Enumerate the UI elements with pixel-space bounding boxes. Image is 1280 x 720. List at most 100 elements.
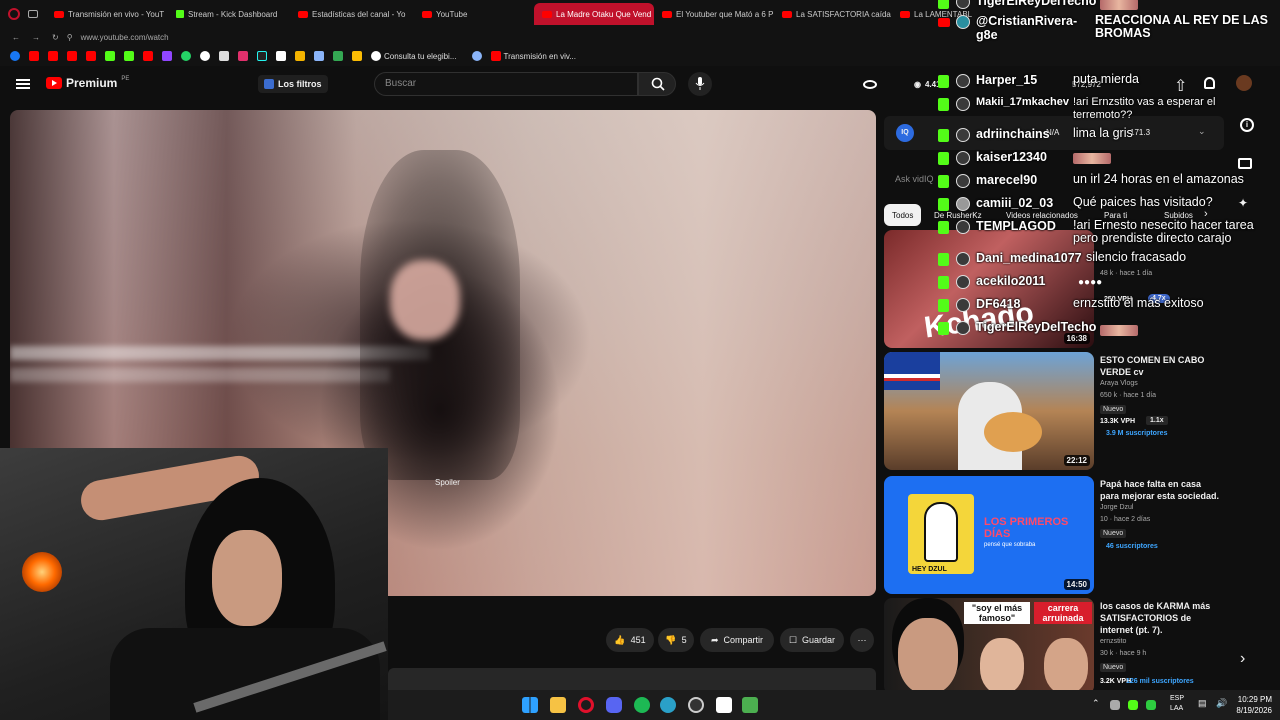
youtube-icon[interactable] — [86, 51, 96, 61]
bookmark-label[interactable]: Consulta tu elegibi... — [384, 52, 457, 61]
twitch-icon[interactable] — [162, 51, 172, 61]
whatsapp-icon[interactable] — [181, 51, 191, 61]
youtube-icon — [900, 10, 910, 18]
youtube-icon[interactable] — [29, 51, 39, 61]
tray-chevron-icon[interactable]: ⌃ — [1092, 698, 1100, 709]
kick-icon — [938, 75, 949, 88]
obs-icon[interactable] — [688, 697, 704, 713]
chat-message: Harper_15 puta mierda — [934, 71, 1280, 93]
image-icon[interactable] — [219, 51, 229, 61]
video-thumbnail[interactable]: LOS PRIMEROS DÍAS pensé que sobraba HEY … — [884, 476, 1094, 594]
windows-start-icon[interactable] — [522, 697, 538, 713]
kick-icon[interactable] — [124, 51, 134, 61]
ask-vidiq-input[interactable]: Ask vidIQ — [895, 174, 934, 184]
edge-icon[interactable] — [660, 697, 676, 713]
forward-icon[interactable]: → — [32, 33, 40, 42]
opera-icon[interactable] — [578, 697, 594, 713]
filters-button[interactable]: Los filtros — [258, 75, 328, 93]
search-input[interactable]: Buscar — [374, 72, 638, 96]
chat-username: TigerElReyDelTecho — [976, 320, 1097, 334]
facebook-icon[interactable] — [10, 51, 20, 61]
video-thumbnail[interactable]: 22:12 — [884, 352, 1094, 470]
extension-icon[interactable] — [295, 51, 305, 61]
app-icon[interactable] — [742, 697, 758, 713]
kick-icon — [176, 10, 184, 18]
channel-name[interactable]: Jorge Dzul — [1100, 504, 1133, 511]
clock[interactable]: 10:29 PM 8/19/2026 — [1236, 694, 1272, 716]
youtube-icon[interactable] — [48, 51, 58, 61]
search-button[interactable] — [638, 72, 676, 96]
url-field[interactable]: www.youtube.com/watch — [81, 33, 169, 42]
browser-tab[interactable]: Transmisión en vivo - YouT — [46, 3, 168, 25]
youtube-icon — [782, 10, 792, 18]
threads-icon[interactable] — [200, 51, 210, 61]
language-indicator[interactable]: ESP LAA — [1170, 694, 1184, 714]
tab-list-icon[interactable] — [28, 10, 38, 18]
tray-app-icon[interactable] — [1110, 700, 1120, 710]
file-explorer-icon[interactable] — [550, 697, 566, 713]
video-title[interactable]: Papá hace falta en casa para mejorar est… — [1100, 478, 1220, 502]
youtube-icon — [542, 10, 552, 18]
bookmark-label[interactable]: Transmisión en viv... — [504, 52, 576, 61]
channel-name[interactable]: ernzstito — [1100, 638, 1126, 645]
chat-message: @CristianRivera-g8e REACCIONA AL REY DE L… — [934, 12, 1280, 42]
video-title[interactable]: ESTO COMEN EN CABO VERDE cv — [1100, 354, 1220, 378]
tab-label: YouTube — [436, 9, 468, 19]
more-actions-button[interactable]: ⋯ — [850, 628, 874, 652]
dislike-button[interactable]: 👎 5 — [658, 628, 694, 652]
chat-username: TigerElReyDelTecho — [976, 0, 1097, 8]
google-icon[interactable] — [371, 51, 381, 61]
save-button[interactable]: ☐ Guardar — [780, 628, 844, 652]
share-button[interactable]: ➦ Compartir — [700, 628, 774, 652]
tiktok-icon[interactable] — [257, 51, 267, 61]
user-icon — [956, 15, 970, 29]
back-icon[interactable]: ← — [12, 33, 20, 42]
capcut-icon[interactable] — [716, 697, 732, 713]
instagram-icon[interactable] — [238, 51, 248, 61]
network-icon[interactable]: ▤ — [1198, 698, 1207, 709]
like-button[interactable]: 👍 451 — [606, 628, 654, 652]
youtube-icon[interactable] — [490, 51, 501, 61]
browser-tab[interactable]: Estadísticas del canal - Yo — [290, 3, 414, 25]
discord-icon[interactable] — [606, 697, 622, 713]
recommendation-item[interactable]: 22:12 ESTO COMEN EN CABO VERDE cv Araya … — [884, 352, 1280, 472]
tray-app-icon[interactable] — [1146, 700, 1156, 710]
chip-todos[interactable]: Todos — [884, 204, 922, 226]
thumb-face — [980, 638, 1024, 694]
spotify-icon[interactable] — [634, 697, 650, 713]
browser-tab[interactable]: YouTube — [414, 3, 522, 25]
volume-icon[interactable]: 🔊 — [1216, 698, 1227, 709]
browser-menu-icon[interactable] — [8, 8, 20, 20]
user-icon — [956, 74, 970, 88]
user-icon — [956, 97, 970, 111]
tab-label: Transmisión en vivo - YouT — [68, 9, 165, 19]
channel-name[interactable]: Araya Vlogs — [1100, 380, 1138, 387]
chevron-right-icon[interactable]: › — [1240, 650, 1245, 668]
drive-icon[interactable] — [352, 51, 362, 61]
browser-tab-active[interactable]: La Madre Otaku Que Vend — [534, 3, 654, 25]
youtube-icon[interactable] — [143, 51, 153, 61]
browser-tab[interactable]: La SATISFACTORIA caída d — [774, 3, 892, 25]
tray-kick-icon[interactable] — [1128, 700, 1138, 710]
video-title[interactable]: los casos de KARMA más SATISFACTORIOS de… — [1100, 600, 1224, 636]
eye-icon[interactable] — [863, 80, 877, 89]
chat-text: silencio fracasado — [1086, 250, 1187, 264]
microphone-button[interactable] — [688, 72, 712, 96]
youtube-logo[interactable]: Premium PE — [46, 76, 129, 90]
browser-tab[interactable]: Stream - Kick Dashboard — [168, 3, 290, 25]
gemini-icon[interactable] — [471, 51, 482, 61]
description-box[interactable] — [388, 668, 876, 690]
vph-badge: 13.3K VPH — [1100, 418, 1136, 425]
video-thumbnail[interactable]: "soy el más famoso" carrera arruinada — [884, 598, 1094, 694]
browser-tab[interactable]: El Youtuber que Mató a 6 P — [654, 3, 774, 25]
recommendation-item[interactable]: LOS PRIMEROS DÍAS pensé que sobraba HEY … — [884, 476, 1280, 596]
link-icon[interactable] — [314, 51, 324, 61]
youtube-icon[interactable] — [67, 51, 77, 61]
menu-icon[interactable] — [16, 79, 30, 89]
kick-icon[interactable] — [105, 51, 115, 61]
chat-message: acekilo2011 ●●●● — [934, 272, 1280, 294]
vidiq-icon[interactable]: IQ — [896, 124, 914, 142]
reload-icon[interactable]: ↻ — [52, 33, 59, 42]
drive-icon[interactable] — [333, 51, 343, 61]
x-icon[interactable] — [276, 51, 286, 61]
